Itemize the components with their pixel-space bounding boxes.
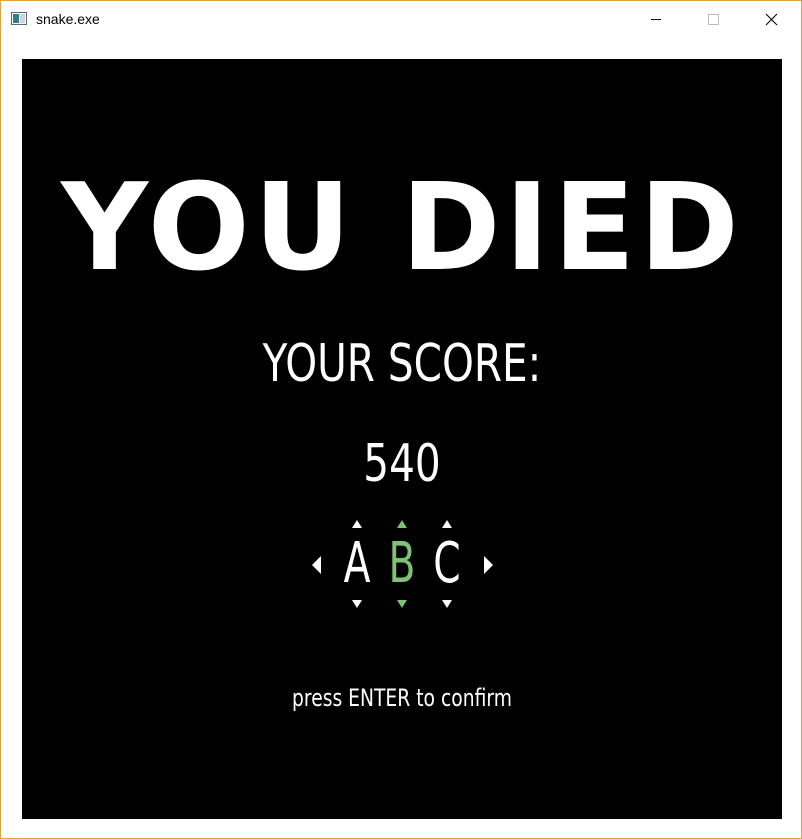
initial-1-down-arrow-icon[interactable] <box>352 600 362 608</box>
arrow-left-icon[interactable] <box>312 556 321 574</box>
score-label: YOUR SCORE: <box>262 334 542 394</box>
app-window: snake.exe YOU DIED YOUR SCORE: 540 A B C… <box>0 0 802 839</box>
maximize-icon <box>708 14 719 25</box>
minimize-icon <box>651 19 661 20</box>
confirm-hint: press ENTER to confirm <box>292 684 512 712</box>
initial-letter-3[interactable]: C <box>433 529 461 599</box>
arrow-right-icon[interactable] <box>484 556 493 574</box>
initial-3-down-arrow-icon[interactable] <box>442 600 452 608</box>
title-bar[interactable]: snake.exe <box>1 1 801 38</box>
app-window-icon <box>11 12 27 25</box>
score-value: 540 <box>363 434 441 494</box>
window-title: snake.exe <box>36 11 100 27</box>
game-canvas[interactable]: YOU DIED YOUR SCORE: 540 A B C press ENT… <box>22 59 782 819</box>
close-button[interactable] <box>748 1 794 38</box>
initial-3-up-arrow-icon[interactable] <box>442 520 452 528</box>
close-icon <box>765 13 778 26</box>
initial-letter-2[interactable]: B <box>388 529 416 599</box>
initial-2-down-arrow-icon[interactable] <box>397 600 407 608</box>
game-over-headline: YOU DIED <box>61 159 743 298</box>
initial-letter-1[interactable]: A <box>343 529 371 599</box>
maximize-button[interactable] <box>690 1 736 38</box>
minimize-button[interactable] <box>633 1 679 38</box>
initial-2-up-arrow-icon[interactable] <box>397 520 407 528</box>
initial-1-up-arrow-icon[interactable] <box>352 520 362 528</box>
